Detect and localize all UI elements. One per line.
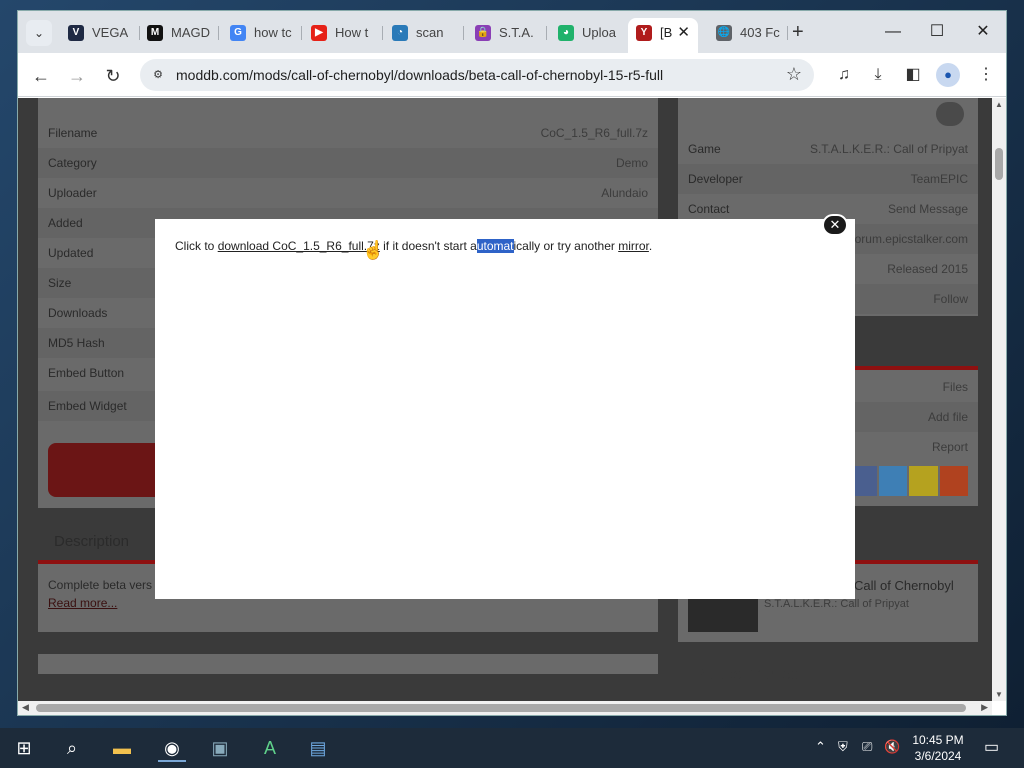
- clock-date: 3/6/2024: [914, 749, 962, 763]
- taskbar: ⊞ ⌕ ▬ ◉ ▣ A ▤ ⌃ ⛨ ⎚ 🔇 10:45 PM 3/6/2024 …: [0, 728, 1024, 768]
- tab-4[interactable]: ◔ scan: [384, 18, 464, 48]
- file-explorer-icon[interactable]: ▬: [108, 734, 136, 762]
- url-text[interactable]: moddb.com/mods/call-of-chernobyl/downloa…: [176, 67, 663, 83]
- scroll-up-icon[interactable]: ▲: [995, 100, 1003, 109]
- tab-title: MAGD: [171, 25, 210, 40]
- scroll-down-icon[interactable]: ▼: [995, 690, 1003, 699]
- tab-favicon-icon: G: [230, 25, 246, 41]
- tab-2[interactable]: Ghow tc: [222, 18, 302, 48]
- modal-close-icon[interactable]: ✕: [822, 214, 848, 236]
- tab-6[interactable]: ◕ Uploa: [550, 18, 630, 48]
- tab-favicon-icon: Y: [636, 25, 652, 41]
- menu-kebab-icon[interactable]: ⋮: [974, 63, 998, 87]
- forward-icon[interactable]: →: [66, 65, 88, 87]
- tab-favicon-icon: ▶: [311, 25, 327, 41]
- tab-5[interactable]: 🔒 S.T.A.: [467, 18, 547, 48]
- address-bar[interactable]: ⚙ moddb.com/mods/call-of-chernobyl/downl…: [140, 59, 814, 91]
- clock[interactable]: 10:45 PM 3/6/2024: [908, 732, 968, 764]
- close-tab-icon[interactable]: ✕: [677, 18, 690, 48]
- horizontal-scrollbar[interactable]: ◀ ▶: [18, 701, 992, 715]
- clock-time: 10:45 PM: [912, 733, 964, 747]
- back-icon[interactable]: ←: [30, 65, 52, 87]
- tray-security-icon[interactable]: ⛨: [838, 739, 848, 755]
- close-window-icon[interactable]: ✕: [968, 20, 998, 44]
- chrome-icon[interactable]: ◉: [158, 734, 186, 762]
- tab-1[interactable]: M MAGD: [139, 18, 219, 48]
- tab-favicon-icon: M: [147, 25, 163, 41]
- tab-favicon-icon: V: [68, 25, 84, 41]
- start-windows-icon[interactable]: ⊞: [10, 734, 38, 762]
- download-link[interactable]: download CoC_1.5_R6_full.7z: [218, 239, 380, 253]
- tab-title: Uploa: [582, 25, 616, 40]
- volume-muted-icon[interactable]: 🔇: [884, 739, 900, 755]
- downloads-icon[interactable]: ⤓: [866, 63, 890, 87]
- tab-separator: [301, 26, 302, 40]
- notifications-icon[interactable]: ▭: [984, 737, 999, 757]
- minimize-icon[interactable]: —: [878, 20, 908, 44]
- tab-title: S.T.A.: [499, 25, 534, 40]
- tab-title: How t: [335, 25, 369, 40]
- horizontal-scroll-thumb[interactable]: [36, 704, 966, 712]
- tab-favicon-icon: 🌐: [716, 25, 732, 41]
- side-panel-icon[interactable]: ◧: [901, 63, 925, 87]
- network-icon[interactable]: ⎚: [862, 739, 872, 755]
- tab-search-button[interactable]: ⌄: [26, 20, 52, 46]
- message-middle: if it doesn't start a: [379, 239, 477, 253]
- selected-text: utomat: [476, 239, 514, 253]
- app-a-icon[interactable]: A: [256, 734, 284, 762]
- tab-8[interactable]: 🌐 403 Fc: [708, 18, 788, 48]
- tab-title: [B: [660, 25, 673, 40]
- tab-separator: [463, 26, 464, 40]
- maximize-icon[interactable]: ☐: [922, 20, 952, 44]
- tab-title: VEGA: [92, 25, 129, 40]
- tab-separator: [787, 26, 788, 40]
- mirror-link[interactable]: mirror: [618, 239, 649, 253]
- reload-icon[interactable]: ↻: [102, 65, 124, 87]
- tab-3[interactable]: ▶ How t: [303, 18, 383, 48]
- browser-window: ⌄ V VEGA M MAGD Ghow tc ▶ How t ◔ scan 🔒 S.T.A. ◕ Up…: [17, 10, 1007, 716]
- download-message: Click to download CoC_1.5_R6_full.7z if …: [175, 239, 652, 253]
- profile-avatar-icon[interactable]: ●: [936, 63, 960, 87]
- tab-7[interactable]: Y [B ✕: [628, 18, 698, 53]
- tab-title: 403 Fc: [740, 25, 780, 40]
- bookmark-star-icon[interactable]: ☆: [786, 64, 802, 85]
- search-icon[interactable]: ⌕: [58, 734, 86, 762]
- message-suffix: .: [648, 239, 653, 253]
- tab-title: scan: [416, 25, 444, 40]
- browser-toolbar: ← → ↻ ⚙ moddb.com/mods/call-of-chernobyl…: [18, 53, 1006, 97]
- media-control-icon[interactable]: ♫: [832, 63, 856, 87]
- app-monitor-icon[interactable]: ▣: [206, 734, 234, 762]
- app-window-icon[interactable]: ▤: [304, 734, 332, 762]
- message-prefix: Click to: [175, 239, 218, 253]
- hand-cursor-icon: ☝: [362, 240, 385, 260]
- tab-favicon-icon: 🔒: [475, 25, 491, 41]
- tray-chevron-icon[interactable]: ⌃: [815, 739, 826, 755]
- scroll-thumb[interactable]: [995, 148, 1003, 180]
- tab-favicon-icon: ◔: [392, 25, 408, 41]
- tab-separator: [218, 26, 219, 40]
- tab-0[interactable]: V VEGA: [60, 18, 140, 48]
- tab-favicon-icon: ◕: [558, 25, 574, 41]
- message-middle-2: ically or try another: [513, 239, 619, 253]
- tab-strip: ⌄ V VEGA M MAGD Ghow tc ▶ How t ◔ scan 🔒 S.T.A. ◕ Up…: [18, 11, 1006, 53]
- scroll-left-icon[interactable]: ◀: [22, 702, 29, 713]
- scroll-right-icon[interactable]: ▶: [981, 702, 988, 713]
- download-modal: Click to download CoC_1.5_R6_full.7z if …: [155, 219, 855, 599]
- tab-title: how tc: [254, 25, 292, 40]
- tab-separator: [546, 26, 547, 40]
- tab-separator: [382, 26, 383, 40]
- site-info-icon[interactable]: ⚙: [150, 67, 166, 83]
- vertical-scrollbar[interactable]: ▲ ▼: [992, 98, 1006, 701]
- new-tab-button[interactable]: +: [792, 22, 804, 42]
